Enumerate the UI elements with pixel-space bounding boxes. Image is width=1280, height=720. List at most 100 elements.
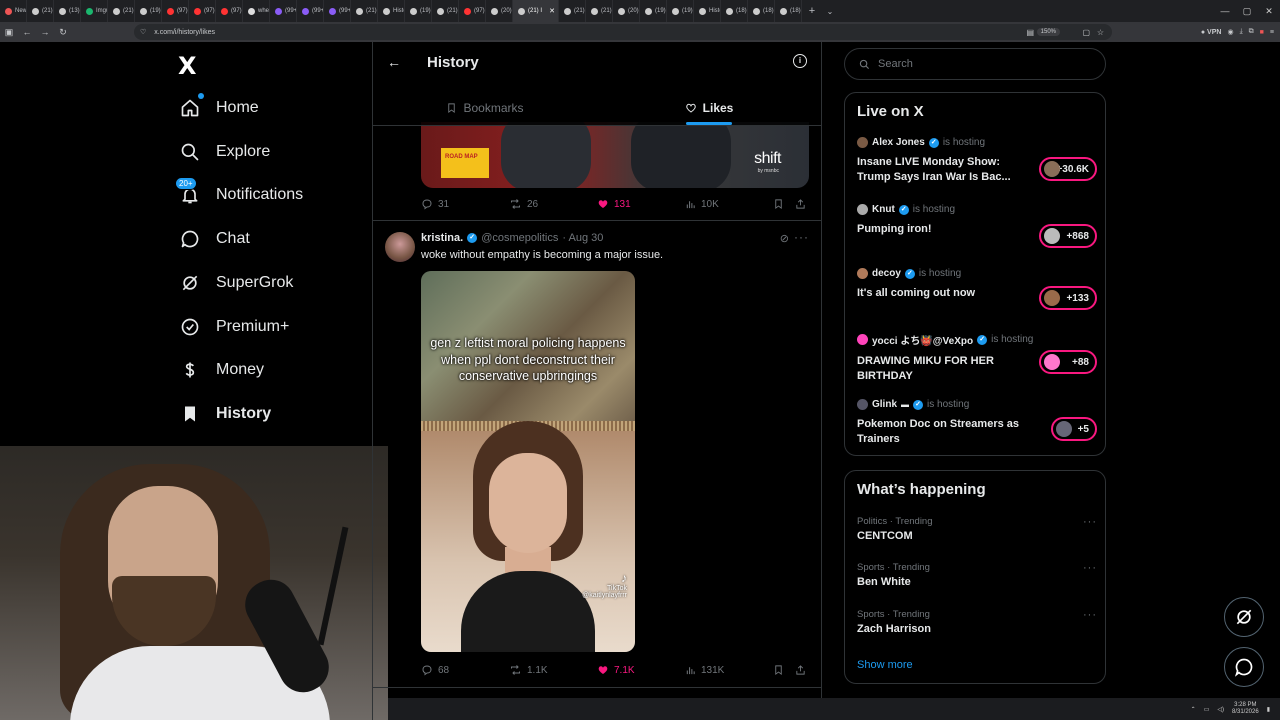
menu-icon[interactable]: ≡ bbox=[1270, 29, 1274, 36]
nav-item-supergrok[interactable]: SuperGrok bbox=[178, 268, 293, 298]
browser-tab[interactable]: (21) I bbox=[108, 0, 135, 22]
live-item[interactable]: yocci よち👹@VeXpo ✓ is hosting DRAWING MIK… bbox=[857, 332, 1097, 384]
taskbar-clock[interactable]: 3:28 PM 8/31/2026 bbox=[1232, 702, 1259, 716]
browser-tab[interactable]: (21) I bbox=[27, 0, 54, 22]
browser-tab[interactable]: (99+) bbox=[270, 0, 297, 22]
browser-tab[interactable]: (99+) bbox=[324, 0, 351, 22]
live-listener-count[interactable]: +30.6K bbox=[1039, 157, 1097, 181]
search-input[interactable]: Search bbox=[844, 48, 1106, 80]
share-button[interactable] bbox=[795, 664, 806, 676]
tab-list-icon[interactable]: ⌄ bbox=[822, 7, 838, 16]
browser-tab[interactable]: Histo bbox=[694, 0, 721, 22]
live-listener-count[interactable]: +868 bbox=[1039, 224, 1097, 248]
show-more-link[interactable]: Show more bbox=[857, 659, 913, 671]
extension-red-icon[interactable]: ■ bbox=[1260, 29, 1264, 36]
info-icon[interactable]: i bbox=[793, 54, 807, 68]
back-icon[interactable]: ← bbox=[18, 27, 36, 37]
views-button[interactable]: 10K bbox=[685, 199, 719, 210]
nav-item-money[interactable]: Money bbox=[178, 355, 264, 385]
address-text[interactable]: x.com/i/history/likes bbox=[154, 29, 215, 36]
avatar[interactable] bbox=[385, 232, 415, 262]
author-handle[interactable]: @cosmepolitics bbox=[481, 232, 558, 244]
maximize-icon[interactable]: ▢ bbox=[1236, 6, 1258, 17]
browser-tab[interactable]: (21) T bbox=[559, 0, 586, 22]
browser-tab[interactable]: Histo bbox=[378, 0, 405, 22]
nav-item-explore[interactable]: Explore bbox=[178, 137, 270, 167]
bookmark-button[interactable] bbox=[773, 198, 784, 210]
close-window-icon[interactable]: ✕ bbox=[1258, 6, 1280, 17]
bookmark-button[interactable] bbox=[773, 664, 784, 676]
reload-icon[interactable]: ↻ bbox=[54, 27, 72, 38]
vpn-button[interactable]: ● VPN bbox=[1201, 29, 1222, 36]
profile-icon[interactable]: ◉ bbox=[1227, 28, 1233, 36]
live-item[interactable]: Knut ✓ is hosting Pumping iron! +868 bbox=[857, 204, 1097, 248]
x-logo[interactable]: X bbox=[178, 52, 197, 80]
live-item[interactable]: Alex Jones ✓ is hosting Insane LIVE Mond… bbox=[857, 137, 1097, 185]
more-options-icon[interactable]: ··· bbox=[1083, 562, 1097, 574]
previous-post-media[interactable]: ROAD MAP shift by msnbc bbox=[421, 122, 809, 188]
tray-chevron-icon[interactable]: ⌃ bbox=[1191, 706, 1196, 713]
post-video[interactable]: gen z leftist moral policing happens whe… bbox=[421, 271, 635, 652]
forward-icon[interactable]: → bbox=[36, 27, 54, 37]
browser-tab[interactable]: (97) b bbox=[189, 0, 216, 22]
extensions-icon[interactable]: ⧉ bbox=[1249, 28, 1254, 36]
browser-tab[interactable]: (18) I bbox=[721, 0, 748, 22]
trend-item[interactable]: Politics · Trending CENTCOM ··· bbox=[857, 516, 1097, 542]
browser-tab[interactable]: (97) I bbox=[216, 0, 243, 22]
more-options-icon[interactable]: ··· bbox=[1083, 516, 1097, 528]
browser-tab[interactable]: (18) S bbox=[748, 0, 775, 22]
tray-network-icon[interactable]: ▭ bbox=[1204, 706, 1210, 713]
browser-tab[interactable]: (19) I bbox=[135, 0, 162, 22]
star-icon[interactable]: ☆ bbox=[1097, 28, 1104, 37]
wallet-icon[interactable]: ▢ bbox=[1082, 28, 1090, 37]
live-listener-count[interactable]: +5 bbox=[1051, 417, 1097, 441]
address-bar[interactable]: ♡ x.com/i/history/likes ▤ ▭ 150% ▢ ☆ bbox=[134, 24, 1112, 40]
repost-button[interactable]: 1.1K bbox=[509, 664, 548, 676]
share-button[interactable] bbox=[795, 198, 806, 210]
grok-fab[interactable] bbox=[1224, 597, 1264, 637]
trend-item[interactable]: Sports · Trending Zach Harrison ··· bbox=[857, 609, 1097, 635]
chat-fab[interactable] bbox=[1224, 647, 1264, 687]
like-button[interactable]: 131 bbox=[597, 198, 631, 210]
live-listener-count[interactable]: +133 bbox=[1039, 286, 1097, 310]
browser-tab[interactable]: (21) I bbox=[586, 0, 613, 22]
grok-explain-icon[interactable]: ⊘ bbox=[780, 232, 789, 245]
browser-tab[interactable]: (21) I bbox=[432, 0, 459, 22]
nav-item-home[interactable]: Home bbox=[178, 93, 259, 123]
more-options-icon[interactable]: ··· bbox=[794, 230, 809, 244]
reply-button[interactable]: 31 bbox=[421, 198, 449, 210]
downloads-icon[interactable]: ⤓ bbox=[1240, 28, 1243, 36]
tab-close-icon[interactable]: ✕ bbox=[549, 7, 555, 15]
site-info-icon[interactable]: ♡ bbox=[140, 28, 146, 36]
browser-tab[interactable]: (20) I bbox=[486, 0, 513, 22]
browser-tab[interactable]: (20) I bbox=[613, 0, 640, 22]
nav-item-history[interactable]: History bbox=[178, 399, 271, 429]
author-name[interactable]: kristina. bbox=[421, 232, 463, 244]
browser-tab[interactable]: Imgur bbox=[81, 0, 108, 22]
browser-tab[interactable]: (18) I bbox=[775, 0, 802, 22]
live-item[interactable]: Glink ▬ ✓ is hosting Pokemon Doc on Stre… bbox=[857, 399, 1097, 447]
browser-tab[interactable]: (97) Y bbox=[459, 0, 486, 22]
browser-tab[interactable]: (99+) bbox=[297, 0, 324, 22]
browser-tab[interactable]: (21) I ✕ bbox=[513, 0, 559, 22]
live-listener-count[interactable]: +88 bbox=[1039, 350, 1097, 374]
nav-item-chat[interactable]: Chat bbox=[178, 224, 250, 254]
reply-button[interactable]: 68 bbox=[421, 664, 449, 676]
browser-tab[interactable]: (19) I bbox=[640, 0, 667, 22]
repost-button[interactable]: 26 bbox=[509, 198, 538, 210]
live-item[interactable]: decoy ✓ is hosting It's all coming out n… bbox=[857, 268, 1097, 310]
new-tab-icon[interactable]: + bbox=[802, 5, 822, 17]
zoom-level[interactable]: 150% bbox=[1036, 28, 1060, 36]
more-options-icon[interactable]: ··· bbox=[1083, 609, 1097, 621]
back-arrow-icon[interactable]: ← bbox=[387, 54, 401, 70]
browser-tab[interactable]: New bbox=[0, 0, 27, 22]
reader-icon[interactable]: ▤ bbox=[1026, 28, 1034, 37]
views-button[interactable]: 131K bbox=[685, 665, 724, 676]
browser-tab[interactable]: (21) s bbox=[351, 0, 378, 22]
browser-tab[interactable]: wher bbox=[243, 0, 270, 22]
browser-tab[interactable]: (97) I bbox=[162, 0, 189, 22]
browser-tab[interactable]: (19) I bbox=[667, 0, 694, 22]
post-date[interactable]: · Aug 30 bbox=[562, 232, 603, 244]
minimize-icon[interactable]: — bbox=[1214, 6, 1236, 16]
like-button[interactable]: 7.1K bbox=[597, 664, 635, 676]
